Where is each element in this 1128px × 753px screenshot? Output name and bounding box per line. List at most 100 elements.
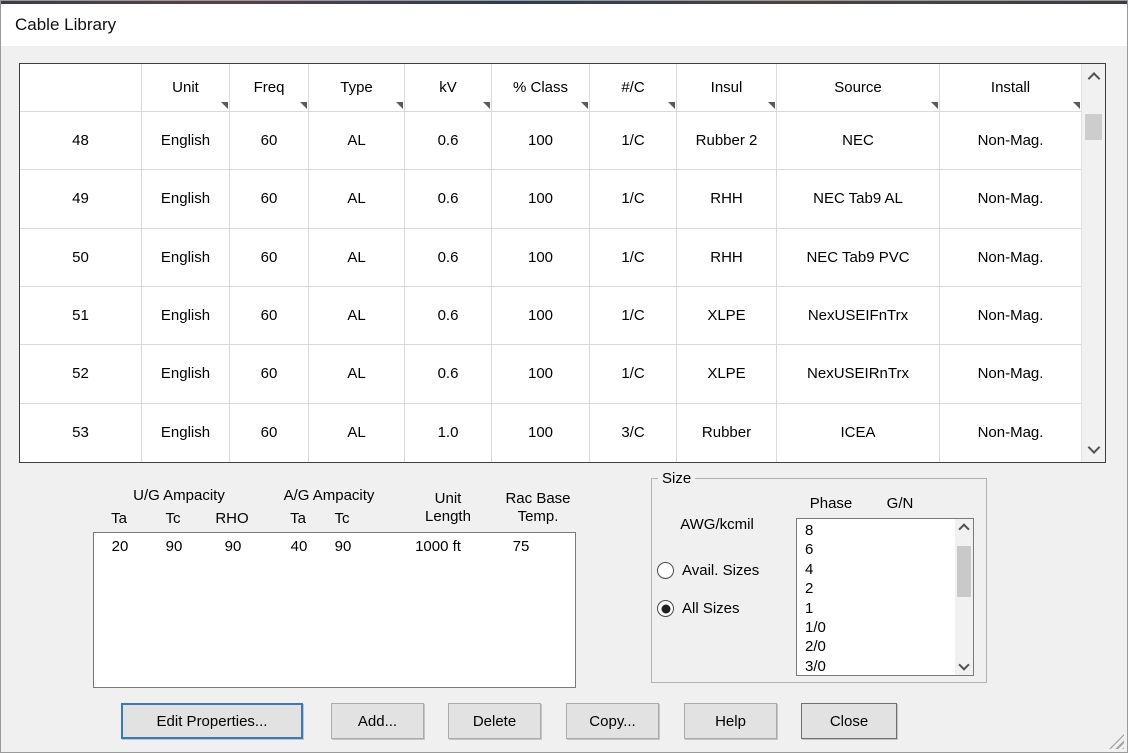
table-cell[interactable]: English: [142, 345, 230, 403]
table-cell[interactable]: 0.6: [405, 345, 492, 403]
table-cell[interactable]: NEC: [777, 112, 940, 170]
column-header[interactable]: % Class: [492, 64, 590, 112]
table-cell[interactable]: 60: [230, 287, 309, 345]
table-cell[interactable]: 100: [492, 229, 590, 287]
column-header[interactable]: Insul: [677, 64, 777, 112]
table-cell[interactable]: 53: [20, 404, 142, 462]
table-cell[interactable]: AL: [309, 229, 405, 287]
size-list-item[interactable]: 3/0: [797, 657, 955, 676]
table-cell[interactable]: Non-Mag.: [940, 287, 1081, 345]
table-cell[interactable]: 1/C: [590, 345, 677, 403]
table-cell[interactable]: Non-Mag.: [940, 112, 1081, 170]
table-cell[interactable]: AL: [309, 404, 405, 462]
table-cell[interactable]: 49: [20, 170, 142, 228]
column-header[interactable]: [20, 64, 142, 112]
scroll-down-icon[interactable]: [1087, 441, 1100, 454]
table-cell[interactable]: 100: [492, 345, 590, 403]
size-list-item[interactable]: 1: [797, 599, 955, 618]
scroll-up-icon[interactable]: [958, 523, 969, 534]
column-header[interactable]: #/C: [590, 64, 677, 112]
table-cell[interactable]: 51: [20, 287, 142, 345]
column-filter-icon[interactable]: [1073, 102, 1080, 109]
table-cell[interactable]: 50: [20, 229, 142, 287]
table-cell[interactable]: 100: [492, 170, 590, 228]
column-filter-icon[interactable]: [931, 102, 938, 109]
table-cell[interactable]: 100: [492, 287, 590, 345]
size-list-item[interactable]: 1/0: [797, 618, 955, 637]
table-cell[interactable]: Rubber: [677, 404, 777, 462]
column-header[interactable]: Freq: [230, 64, 309, 112]
column-filter-icon[interactable]: [581, 102, 588, 109]
table-cell[interactable]: Rubber 2: [677, 112, 777, 170]
ampacity-list[interactable]: 20 90 90 40 90 1000 ft 75: [93, 532, 576, 688]
size-list-item[interactable]: 2: [797, 579, 955, 598]
table-cell[interactable]: 60: [230, 229, 309, 287]
column-header[interactable]: Unit: [142, 64, 230, 112]
size-list-item[interactable]: 4: [797, 560, 955, 579]
delete-button[interactable]: Delete: [448, 703, 541, 739]
table-cell[interactable]: Non-Mag.: [940, 345, 1081, 403]
column-filter-icon[interactable]: [221, 102, 228, 109]
table-cell[interactable]: AL: [309, 345, 405, 403]
table-cell[interactable]: 60: [230, 112, 309, 170]
copy-button[interactable]: Copy...: [566, 703, 659, 739]
column-filter-icon[interactable]: [768, 102, 775, 109]
scrollbar-thumb[interactable]: [1085, 114, 1102, 140]
table-cell[interactable]: AL: [309, 287, 405, 345]
column-header[interactable]: Type: [309, 64, 405, 112]
table-cell[interactable]: 60: [230, 404, 309, 462]
title-bar[interactable]: Cable Library: [1, 4, 1127, 46]
scroll-up-icon[interactable]: [1087, 72, 1100, 85]
table-cell[interactable]: NEC Tab9 PVC: [777, 229, 940, 287]
table-cell[interactable]: 60: [230, 345, 309, 403]
radio-button-icon[interactable]: [657, 600, 674, 617]
column-header[interactable]: Install: [940, 64, 1081, 112]
table-cell[interactable]: Non-Mag.: [940, 229, 1081, 287]
size-listbox[interactable]: 864211/02/03/0: [796, 518, 974, 676]
size-list-item[interactable]: 8: [797, 521, 955, 540]
size-list-item[interactable]: 6: [797, 540, 955, 559]
table-cell[interactable]: 3/C: [590, 404, 677, 462]
avail-sizes-radio[interactable]: Avail. Sizes: [657, 562, 759, 579]
table-cell[interactable]: 1/C: [590, 229, 677, 287]
table-cell[interactable]: Non-Mag.: [940, 170, 1081, 228]
table-cell[interactable]: English: [142, 170, 230, 228]
table-cell[interactable]: XLPE: [677, 345, 777, 403]
size-list-item[interactable]: 2/0: [797, 637, 955, 656]
column-header[interactable]: Source: [777, 64, 940, 112]
resize-grip-icon[interactable]: [1109, 734, 1124, 749]
table-cell[interactable]: 1/C: [590, 287, 677, 345]
table-cell[interactable]: RHH: [677, 170, 777, 228]
table-cell[interactable]: AL: [309, 170, 405, 228]
table-cell[interactable]: 60: [230, 170, 309, 228]
table-cell[interactable]: 48: [20, 112, 142, 170]
help-button[interactable]: Help: [684, 703, 777, 739]
all-sizes-radio[interactable]: All Sizes: [657, 600, 740, 617]
table-cell[interactable]: 0.6: [405, 287, 492, 345]
column-filter-icon[interactable]: [483, 102, 490, 109]
table-cell[interactable]: XLPE: [677, 287, 777, 345]
table-cell[interactable]: English: [142, 404, 230, 462]
table-cell[interactable]: 1/C: [590, 170, 677, 228]
table-cell[interactable]: 0.6: [405, 170, 492, 228]
table-cell[interactable]: AL: [309, 112, 405, 170]
table-cell[interactable]: 0.6: [405, 112, 492, 170]
table-cell[interactable]: NEC Tab9 AL: [777, 170, 940, 228]
table-cell[interactable]: ICEA: [777, 404, 940, 462]
column-filter-icon[interactable]: [300, 102, 307, 109]
table-cell[interactable]: English: [142, 229, 230, 287]
table-cell[interactable]: 52: [20, 345, 142, 403]
table-cell[interactable]: NexUSEIFnTrx: [777, 287, 940, 345]
radio-button-icon[interactable]: [657, 562, 674, 579]
table-cell[interactable]: English: [142, 287, 230, 345]
add-button[interactable]: Add...: [331, 703, 424, 739]
column-filter-icon[interactable]: [396, 102, 403, 109]
close-button[interactable]: Close: [801, 703, 897, 739]
table-cell[interactable]: Non-Mag.: [940, 404, 1081, 462]
size-list-scrollbar[interactable]: [955, 519, 973, 675]
scrollbar-thumb[interactable]: [957, 546, 971, 597]
column-header[interactable]: kV: [405, 64, 492, 112]
table-vertical-scrollbar[interactable]: [1081, 64, 1105, 462]
table-cell[interactable]: RHH: [677, 229, 777, 287]
table-cell[interactable]: 100: [492, 404, 590, 462]
